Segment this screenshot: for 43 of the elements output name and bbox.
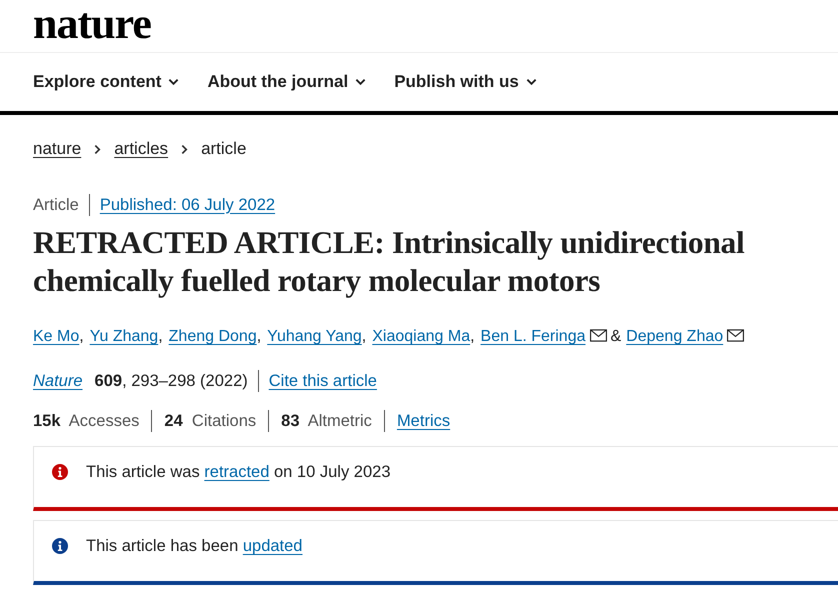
author-separator: , <box>158 328 163 346</box>
breadcrumb-link[interactable]: articles <box>114 139 168 159</box>
info-icon <box>52 538 68 554</box>
article-title: RETRACTED ARTICLE: Intrinsically unidirectional chemically fuelled rotary molecular motors <box>33 224 746 300</box>
chevron-right-icon <box>181 144 188 154</box>
metric-count: 24 Citations <box>164 412 256 430</box>
cite-link[interactable]: Cite this article <box>268 372 377 390</box>
author-separator: , <box>470 328 475 346</box>
site-logo[interactable]: nature <box>33 2 151 46</box>
author-link[interactable]: Depeng Zhao <box>626 328 724 346</box>
email-icon[interactable] <box>590 328 606 342</box>
author-separator: & <box>610 328 622 346</box>
notice-text: This article has been updated <box>86 537 302 556</box>
metrics-link[interactable]: Metrics <box>396 412 450 430</box>
info-icon <box>52 464 68 480</box>
volume-pages: 609, 293–298 (2022) <box>94 372 248 390</box>
author-separator: , <box>362 328 366 346</box>
nav-menu-button[interactable]: Publish with us <box>394 72 537 92</box>
breadcrumb-current: article <box>201 139 246 159</box>
author-link[interactable]: Yuhang Yang <box>267 328 362 346</box>
nav-menu-button[interactable]: About the journal <box>207 72 366 92</box>
journal-link[interactable]: Nature <box>33 372 83 390</box>
author-separator: , <box>79 328 84 346</box>
metric-count: 15k Accesses <box>33 412 140 430</box>
author-link[interactable]: Ben L. Feringa <box>480 328 586 346</box>
author-link[interactable]: Ke Mo <box>33 328 80 346</box>
author-link[interactable]: Yu Zhang <box>90 328 158 346</box>
published-date-link[interactable]: Published: 06 July 2022 <box>100 196 276 214</box>
email-icon[interactable] <box>727 328 744 342</box>
breadcrumb-link[interactable]: nature <box>33 139 82 159</box>
notice-link[interactable]: retracted <box>204 463 270 481</box>
notice-text: This article was retracted on 10 July 2023 <box>86 463 390 482</box>
chevron-down-icon <box>355 78 366 86</box>
article-type: Article <box>33 196 79 214</box>
author-link[interactable]: Zheng Dong <box>168 328 257 346</box>
chevron-down-icon <box>168 78 180 86</box>
metric-count: 83 Altmetric <box>281 412 372 430</box>
author-link[interactable]: Xiaoqiang Ma <box>372 328 470 346</box>
notice-link[interactable]: updated <box>242 537 302 555</box>
author-separator: , <box>256 328 262 346</box>
chevron-down-icon <box>526 78 537 86</box>
nav-menu-button[interactable]: Explore content <box>33 72 180 92</box>
chevron-right-icon <box>94 144 102 154</box>
